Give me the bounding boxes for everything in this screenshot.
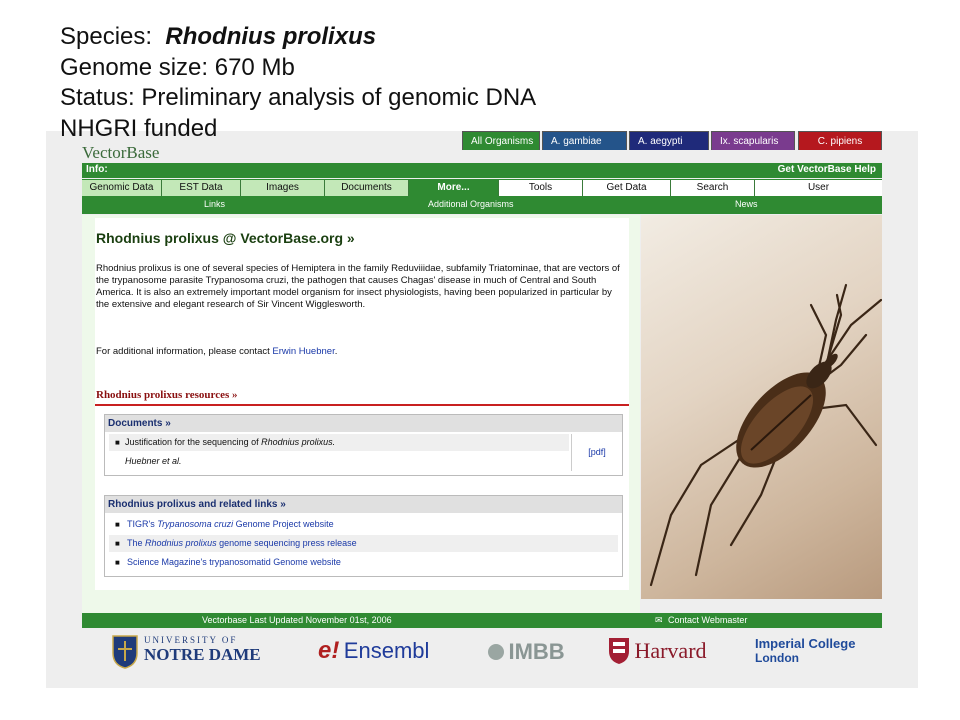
tab-a-gambiae[interactable]: A. gambiae <box>542 131 627 150</box>
imperial-college-logo[interactable]: Imperial College London <box>755 636 855 665</box>
menu-user[interactable]: User <box>755 180 882 196</box>
imperial-text-2: London <box>755 651 799 665</box>
contact-prefix: For additional information, please conta… <box>96 346 270 357</box>
document-title: Justification for the sequencing of Rhod… <box>125 434 335 451</box>
menu-tools[interactable]: Tools <box>499 180 583 196</box>
site-footer: Vectorbase Last Updated November 01st, 2… <box>82 613 882 628</box>
document-title-species: Rhodnius prolixus. <box>261 437 336 447</box>
species-name: Rhodnius prolixus <box>165 23 377 50</box>
vectorbase-logo: VectorBase <box>82 143 160 162</box>
link-tigr[interactable]: ■ TIGR's Trypanosoma cruzi Genome Projec… <box>109 516 618 533</box>
content-area: Rhodnius prolixus @ VectorBase.org » Rho… <box>82 215 640 613</box>
documents-title[interactable]: Documents » <box>105 415 622 432</box>
imbb-text: IMBB <box>508 639 565 664</box>
menu-genomic-data[interactable]: Genomic Data <box>82 180 162 196</box>
info-bar: Info: Get VectorBase Help <box>82 163 882 178</box>
contact-suffix: . <box>334 346 338 357</box>
mail-icon: ✉ <box>655 615 663 625</box>
footer-updated: Vectorbase Last Updated November 01st, 2… <box>202 615 392 625</box>
document-title-text: Justification for the sequencing of <box>125 437 259 447</box>
species-description: Rhodnius prolixus is one of several spec… <box>96 263 620 310</box>
content-panel: Rhodnius prolixus @ VectorBase.org » Rho… <box>95 218 629 590</box>
rhodnius-photo <box>641 215 882 599</box>
slide-text: Species: Rhodnius prolixus Genome size: … <box>60 22 536 144</box>
notre-dame-text-1: UNIVERSITY OF <box>144 635 238 645</box>
harvard-logo[interactable]: Harvard <box>608 637 707 665</box>
imbb-globe-icon <box>488 644 504 660</box>
sub-nav-bar: Links Additional Organisms News <box>82 197 882 214</box>
tab-a-aegypti[interactable]: A. aegypti <box>629 131 709 150</box>
contact-link[interactable]: Erwin Huebner <box>272 346 334 357</box>
page-heading: Rhodnius prolixus @ VectorBase.org » <box>96 230 355 246</box>
tab-ix-scapularis[interactable]: Ix. scapularis <box>711 131 795 150</box>
imperial-text-1: Imperial College <box>755 636 856 651</box>
info-label: Info: <box>86 164 108 175</box>
notre-dame-text-2: NOTRE DAME <box>144 645 261 664</box>
menu-get-data[interactable]: Get Data <box>583 180 671 196</box>
species-line: Species: Rhodnius prolixus <box>60 22 536 53</box>
documents-box: Documents » ■ Justification for the sequ… <box>104 414 623 476</box>
harvard-shield-icon <box>609 638 629 664</box>
funding-line: NHGRI funded <box>60 114 218 142</box>
notre-dame-seal-icon <box>112 635 138 669</box>
news-link[interactable]: News <box>735 199 758 209</box>
link-press-release[interactable]: ■ The Rhodnius prolixus genome sequencin… <box>109 535 618 552</box>
link-press-release-text[interactable]: The Rhodnius prolixus genome sequencing … <box>127 535 357 552</box>
harvard-text: Harvard <box>634 638 707 663</box>
tab-c-pipiens[interactable]: C. pipiens <box>798 131 882 150</box>
genome-size-line: Genome size: 670 Mb <box>60 53 295 81</box>
bullet-icon: ■ <box>115 558 120 567</box>
links-link[interactable]: Links <box>204 199 225 209</box>
imbb-logo[interactable]: IMBB <box>488 639 565 665</box>
main-menu: Genomic Data EST Data Images Documents M… <box>82 179 882 197</box>
related-links-title[interactable]: Rhodnius prolixus and related links » <box>105 496 622 513</box>
help-link[interactable]: Get VectorBase Help <box>778 164 876 175</box>
partner-logos: UNIVERSITY OF NOTRE DAME e! Ensembl IMBB… <box>46 631 918 676</box>
ensembl-e-mark: e! <box>318 637 340 664</box>
contact-line: For additional information, please conta… <box>96 346 337 357</box>
ensembl-text: Ensembl <box>343 638 430 663</box>
resources-title: Rhodnius prolixus resources » <box>96 389 238 401</box>
menu-search[interactable]: Search <box>671 180 755 196</box>
ensembl-logo[interactable]: e! Ensembl <box>318 637 429 665</box>
menu-est-data[interactable]: EST Data <box>162 180 241 196</box>
pdf-link[interactable]: [pdf] <box>571 434 622 471</box>
menu-more[interactable]: More... <box>409 180 499 196</box>
bullet-icon: ■ <box>115 520 120 529</box>
kissing-bug-image <box>649 283 882 587</box>
contact-webmaster-link[interactable]: Contact Webmaster <box>668 615 747 625</box>
status-line: Status: Preliminary analysis of genomic … <box>60 84 537 111</box>
document-item: ■ Justification for the sequencing of Rh… <box>109 434 569 451</box>
menu-documents[interactable]: Documents <box>325 180 409 196</box>
website-screenshot: VectorBase All Organisms A. gambiae A. a… <box>46 131 918 688</box>
bullet-icon: ■ <box>115 438 120 447</box>
bullet-icon: ■ <box>115 539 120 548</box>
related-links-box: Rhodnius prolixus and related links » ■ … <box>104 495 623 577</box>
resources-divider <box>95 404 629 406</box>
additional-organisms-link[interactable]: Additional Organisms <box>428 199 514 209</box>
species-label: Species: <box>60 23 153 50</box>
link-tigr-text[interactable]: TIGR's Trypanosoma cruzi Genome Project … <box>127 516 334 533</box>
menu-images[interactable]: Images <box>241 180 325 196</box>
document-authors: Huebner et al. <box>125 456 182 466</box>
link-science-magazine[interactable]: ■ Science Magazine's trypanosomatid Geno… <box>109 554 618 571</box>
link-science-magazine-text[interactable]: Science Magazine's trypanosomatid Genome… <box>127 554 341 571</box>
